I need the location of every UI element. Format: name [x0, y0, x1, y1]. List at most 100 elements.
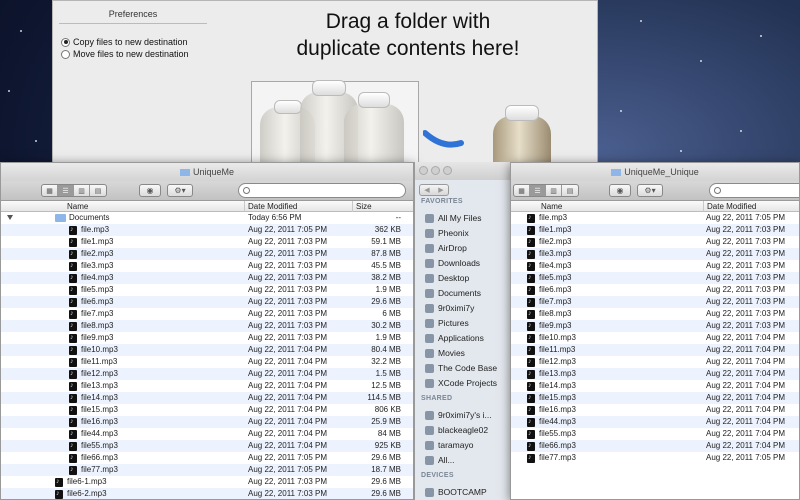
sidebar-item-9r0ximi7y-s-i[interactable]: 9r0ximi7y's i...	[425, 408, 511, 422]
sidebar-item-xcode-projects[interactable]: XCode Projects	[425, 376, 511, 390]
table-row[interactable]: file2.mp3 Aug 22, 2011 7:03 PM 87.8 MB	[1, 248, 413, 260]
view-mode-selector[interactable]: ▦ ☰ ▥ ▤	[513, 184, 579, 197]
copy-files-option[interactable]: Copy files to new destination	[61, 37, 188, 47]
table-row[interactable]: file12.mp3 Aug 22, 2011 7:04 PM 1.5 MB	[1, 368, 413, 380]
list-view-icon[interactable]: ☰	[530, 185, 546, 196]
search-input[interactable]	[709, 183, 799, 198]
date-column-header[interactable]: Date Modified	[244, 201, 352, 212]
table-row[interactable]: file44.mp3 Aug 22, 2011 7:04 PM 84 MB	[1, 428, 413, 440]
sidebar-item-pheonix[interactable]: Pheonix	[425, 226, 511, 240]
move-files-option[interactable]: Move files to new destination	[61, 49, 189, 59]
sidebar-item-airdrop[interactable]: AirDrop	[425, 241, 511, 255]
table-row[interactable]: file15.mp3 Aug 22, 2011 7:04 PM 806 KB	[1, 404, 413, 416]
table-row[interactable]: file4.mp3 Aug 22, 2011 7:03 PM	[511, 260, 799, 272]
drop-target[interactable]	[251, 80, 419, 174]
sidebar-item-pictures[interactable]: Pictures	[425, 316, 511, 330]
table-row[interactable]: file55.mp3 Aug 22, 2011 7:04 PM 925 KB	[1, 440, 413, 452]
radio-button-selected[interactable]	[61, 37, 70, 47]
action-menu-button[interactable]: ⚙▾	[637, 184, 663, 197]
table-row[interactable]: file5.mp3 Aug 22, 2011 7:03 PM	[511, 272, 799, 284]
sidebar-item-documents[interactable]: Documents	[425, 286, 511, 300]
table-row[interactable]: file16.mp3 Aug 22, 2011 7:04 PM 25.9 MB	[1, 416, 413, 428]
sidebar-item-all[interactable]: All...	[425, 453, 511, 467]
table-row[interactable]: file9.mp3 Aug 22, 2011 7:03 PM 1.9 MB	[1, 332, 413, 344]
table-row[interactable]: file10.mp3 Aug 22, 2011 7:04 PM 80.4 MB	[1, 344, 413, 356]
table-row[interactable]: file77.mp3 Aug 22, 2011 7:05 PM 18.7 MB	[1, 464, 413, 476]
coverflow-view-icon[interactable]: ▤	[562, 185, 578, 196]
table-row[interactable]: file6.mp3 Aug 22, 2011 7:03 PM 29.6 MB	[1, 296, 413, 308]
sidebar-item-9r0ximi7y[interactable]: 9r0ximi7y	[425, 301, 511, 315]
sidebar-item-the-code-base[interactable]: The Code Base	[425, 361, 511, 375]
table-row[interactable]: file13.mp3 Aug 22, 2011 7:04 PM 12.5 MB	[1, 380, 413, 392]
sidebar-item-downloads[interactable]: Downloads	[425, 256, 511, 270]
table-row[interactable]: file6-1.mp3 Aug 22, 2011 7:03 PM 29.6 MB	[1, 476, 413, 488]
zoom-button[interactable]	[443, 166, 452, 175]
table-row[interactable]: file12.mp3 Aug 22, 2011 7:04 PM	[511, 356, 799, 368]
close-button[interactable]	[419, 166, 428, 175]
quick-look-button[interactable]: ◉	[139, 184, 161, 197]
search-input[interactable]	[238, 183, 406, 198]
sidebar-item-movies[interactable]: Movies	[425, 346, 511, 360]
table-row[interactable]: file.mp3 Aug 22, 2011 7:05 PM 362 KB	[1, 224, 413, 236]
table-row[interactable]: file10.mp3 Aug 22, 2011 7:04 PM	[511, 332, 799, 344]
table-row[interactable]: file6.mp3 Aug 22, 2011 7:03 PM	[511, 284, 799, 296]
table-row[interactable]: Documents Today 6:56 PM --	[1, 212, 413, 224]
table-row[interactable]: file7.mp3 Aug 22, 2011 7:03 PM	[511, 296, 799, 308]
icon-view-icon[interactable]: ▦	[514, 185, 530, 196]
table-row[interactable]: file1.mp3 Aug 22, 2011 7:03 PM	[511, 224, 799, 236]
table-row[interactable]: file1.mp3 Aug 22, 2011 7:03 PM 59.1 MB	[1, 236, 413, 248]
table-row[interactable]: file4.mp3 Aug 22, 2011 7:03 PM 38.2 MB	[1, 272, 413, 284]
sidebar-item-all-my-files[interactable]: All My Files	[425, 211, 511, 225]
sidebar-item-blackeagle02[interactable]: blackeagle02	[425, 423, 511, 437]
table-row[interactable]: file3.mp3 Aug 22, 2011 7:03 PM	[511, 248, 799, 260]
gear-icon: ⚙▾	[644, 186, 656, 195]
sidebar-item-applications[interactable]: Applications	[425, 331, 511, 345]
name-column-header[interactable]: Name	[511, 201, 704, 212]
table-row[interactable]: file8.mp3 Aug 22, 2011 7:03 PM 30.2 MB	[1, 320, 413, 332]
table-row[interactable]: file8.mp3 Aug 22, 2011 7:03 PM	[511, 308, 799, 320]
coverflow-view-icon[interactable]: ▤	[90, 185, 106, 196]
table-row[interactable]: file77.mp3 Aug 22, 2011 7:05 PM	[511, 452, 799, 464]
radio-button[interactable]	[61, 49, 70, 59]
sidebar-item-desktop[interactable]: Desktop	[425, 271, 511, 285]
table-row[interactable]: file16.mp3 Aug 22, 2011 7:04 PM	[511, 404, 799, 416]
minimize-button[interactable]	[431, 166, 440, 175]
table-row[interactable]: file6-2.mp3 Aug 22, 2011 7:03 PM 29.6 MB	[1, 488, 413, 499]
column-view-icon[interactable]: ▥	[546, 185, 562, 196]
table-row[interactable]: file66.mp3 Aug 22, 2011 7:05 PM 29.6 MB	[1, 452, 413, 464]
table-row[interactable]: file55.mp3 Aug 22, 2011 7:04 PM	[511, 428, 799, 440]
table-row[interactable]: file5.mp3 Aug 22, 2011 7:03 PM 1.9 MB	[1, 284, 413, 296]
table-row[interactable]: file15.mp3 Aug 22, 2011 7:04 PM	[511, 392, 799, 404]
gear-icon: ⚙▾	[174, 186, 186, 195]
audio-file-icon	[69, 236, 77, 248]
table-row[interactable]: file7.mp3 Aug 22, 2011 7:03 PM 6 MB	[1, 308, 413, 320]
table-row[interactable]: file44.mp3 Aug 22, 2011 7:04 PM	[511, 416, 799, 428]
forward-arrow-icon[interactable]: ▶	[434, 185, 448, 195]
sidebar-item-bootcamp[interactable]: BOOTCAMP	[425, 485, 511, 499]
quick-look-button[interactable]: ◉	[609, 184, 631, 197]
name-column-header[interactable]: Name	[37, 201, 247, 212]
list-view-icon[interactable]: ☰	[58, 185, 74, 196]
back-arrow-icon[interactable]: ◀	[420, 185, 434, 195]
table-row[interactable]: file.mp3 Aug 22, 2011 7:05 PM	[511, 212, 799, 224]
sidebar-item-label: Applications	[438, 333, 484, 343]
sidebar-item-taramayo[interactable]: taramayo	[425, 438, 511, 452]
table-row[interactable]: file9.mp3 Aug 22, 2011 7:03 PM	[511, 320, 799, 332]
table-row[interactable]: file13.mp3 Aug 22, 2011 7:04 PM	[511, 368, 799, 380]
size-column-header[interactable]: Size	[352, 201, 406, 212]
action-menu-button[interactable]: ⚙▾	[167, 184, 193, 197]
table-row[interactable]: file3.mp3 Aug 22, 2011 7:03 PM 45.5 MB	[1, 260, 413, 272]
column-view-icon[interactable]: ▥	[74, 185, 90, 196]
audio-file-icon	[527, 452, 535, 464]
table-row[interactable]: file2.mp3 Aug 22, 2011 7:03 PM	[511, 236, 799, 248]
view-mode-selector[interactable]: ▦ ☰ ▥ ▤	[41, 184, 107, 197]
table-row[interactable]: file14.mp3 Aug 22, 2011 7:04 PM 114.5 MB	[1, 392, 413, 404]
icon-view-icon[interactable]: ▦	[42, 185, 58, 196]
date-column-header[interactable]: Date Modified	[703, 201, 799, 212]
disclosure-triangle-icon[interactable]	[7, 215, 13, 220]
table-row[interactable]: file11.mp3 Aug 22, 2011 7:04 PM	[511, 344, 799, 356]
table-row[interactable]: file14.mp3 Aug 22, 2011 7:04 PM	[511, 380, 799, 392]
table-row[interactable]: file66.mp3 Aug 22, 2011 7:04 PM	[511, 440, 799, 452]
back-forward-buttons[interactable]: ◀ ▶	[419, 184, 449, 196]
table-row[interactable]: file11.mp3 Aug 22, 2011 7:04 PM 32.2 MB	[1, 356, 413, 368]
